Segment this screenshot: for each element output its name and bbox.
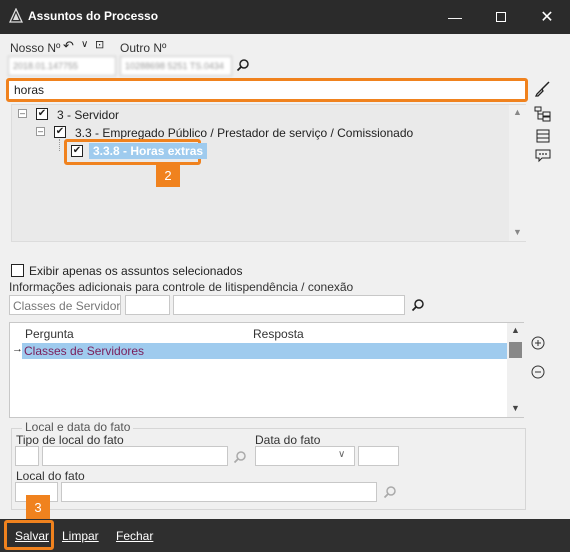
remove-circle-icon[interactable]: [531, 365, 545, 379]
tree-connector: [59, 139, 60, 151]
brush-icon[interactable]: [534, 80, 552, 98]
subject-tree: – ✔ 3 - Servidor – ✔ 3.3 - Empregado Púb…: [11, 104, 526, 242]
local-desc-field[interactable]: [61, 482, 377, 502]
info-desc-field[interactable]: [173, 295, 405, 315]
tipo-desc-field[interactable]: [42, 446, 228, 466]
chevron-down-icon[interactable]: ∨: [338, 449, 345, 460]
clear-button[interactable]: Limpar: [56, 525, 105, 546]
column-header-resposta: Resposta: [253, 327, 304, 341]
nosso-label: Nosso Nº: [10, 41, 61, 55]
data-label: Data do fato: [255, 433, 321, 447]
search-icon[interactable]: [383, 485, 397, 499]
time-field[interactable]: [358, 446, 399, 466]
scroll-down-icon[interactable]: ▼: [513, 227, 522, 237]
close-form-button[interactable]: Fechar: [110, 525, 159, 546]
fact-group-label: Local e data do fato: [22, 420, 134, 434]
title-bar: Assuntos do Processo — ✕: [0, 0, 570, 34]
collapse-toggle[interactable]: –: [18, 109, 27, 118]
collapse-toggle[interactable]: –: [36, 127, 45, 136]
maximize-icon: [496, 12, 506, 22]
scroll-down-icon[interactable]: ▼: [511, 403, 520, 413]
local-label: Local do fato: [16, 469, 85, 483]
comment-icon[interactable]: [535, 149, 551, 163]
show-selected-label: Exibir apenas os assuntos selecionados: [29, 264, 243, 278]
scroll-up-icon[interactable]: ▲: [513, 107, 522, 117]
tree-checkbox-empregado[interactable]: ✔: [54, 126, 66, 138]
tipo-label: Tipo de local do fato: [16, 433, 124, 447]
footer-bar: Salvar Limpar Fechar: [0, 519, 570, 552]
show-selected-checkbox[interactable]: [11, 264, 24, 277]
subject-search-input[interactable]: horas: [6, 78, 528, 102]
outro-label: Outro Nº: [120, 41, 167, 55]
info-label: Informações adicionais para controle de …: [9, 280, 354, 294]
add-circle-icon[interactable]: [531, 336, 545, 350]
list-icon[interactable]: [535, 129, 551, 143]
search-icon[interactable]: [411, 298, 425, 312]
search-icon[interactable]: [233, 450, 247, 464]
tree-checkbox-horas-extras[interactable]: ✔: [71, 145, 83, 157]
search-icon[interactable]: [236, 58, 250, 72]
row-pergunta-cell: Classes de Servidores: [24, 344, 145, 358]
tree-scrollbar[interactable]: ▲ ▼: [509, 105, 526, 241]
nosso-field[interactable]: 2018.01.147755: [8, 56, 116, 76]
grid-scrollbar[interactable]: ▲ ▼: [507, 323, 524, 417]
table-row[interactable]: Classes de Servidores: [22, 343, 507, 359]
date-field[interactable]: ∨: [255, 446, 355, 466]
info-class-field[interactable]: Classes de Servidores: [9, 295, 121, 315]
app-logo-icon: [8, 8, 24, 23]
questions-grid: Pergunta Resposta → Classes de Servidore…: [9, 322, 524, 418]
scroll-thumb[interactable]: [509, 342, 522, 358]
bookmark-icon[interactable]: ⊡: [95, 38, 104, 51]
tree-checkbox-servidor[interactable]: ✔: [36, 108, 48, 120]
undo-icon[interactable]: ↶: [63, 38, 74, 54]
tree-item-label[interactable]: 3.3 - Empregado Público / Prestador de s…: [75, 126, 413, 140]
scroll-up-icon[interactable]: ▲: [511, 325, 520, 335]
tree-item-label-selected[interactable]: 3.3.8 - Horas extras: [89, 143, 208, 159]
tree-structure-icon[interactable]: [534, 106, 552, 122]
maximize-button[interactable]: [478, 0, 524, 34]
chevron-down-icon[interactable]: ∨: [81, 39, 88, 50]
tree-item-label[interactable]: 3 - Servidor: [57, 108, 119, 122]
outro-field[interactable]: 10288698 5251 TS.0434: [120, 56, 232, 76]
minimize-button[interactable]: —: [432, 0, 478, 34]
window-title: Assuntos do Processo: [28, 9, 159, 23]
column-header-pergunta: Pergunta: [25, 327, 74, 341]
info-code-field[interactable]: [125, 295, 170, 315]
close-button[interactable]: ✕: [524, 0, 570, 34]
callout-badge-2: 2: [156, 163, 180, 187]
tipo-code-field[interactable]: [15, 446, 39, 466]
callout-badge-3: 3: [26, 495, 50, 519]
save-button[interactable]: Salvar: [9, 525, 55, 546]
